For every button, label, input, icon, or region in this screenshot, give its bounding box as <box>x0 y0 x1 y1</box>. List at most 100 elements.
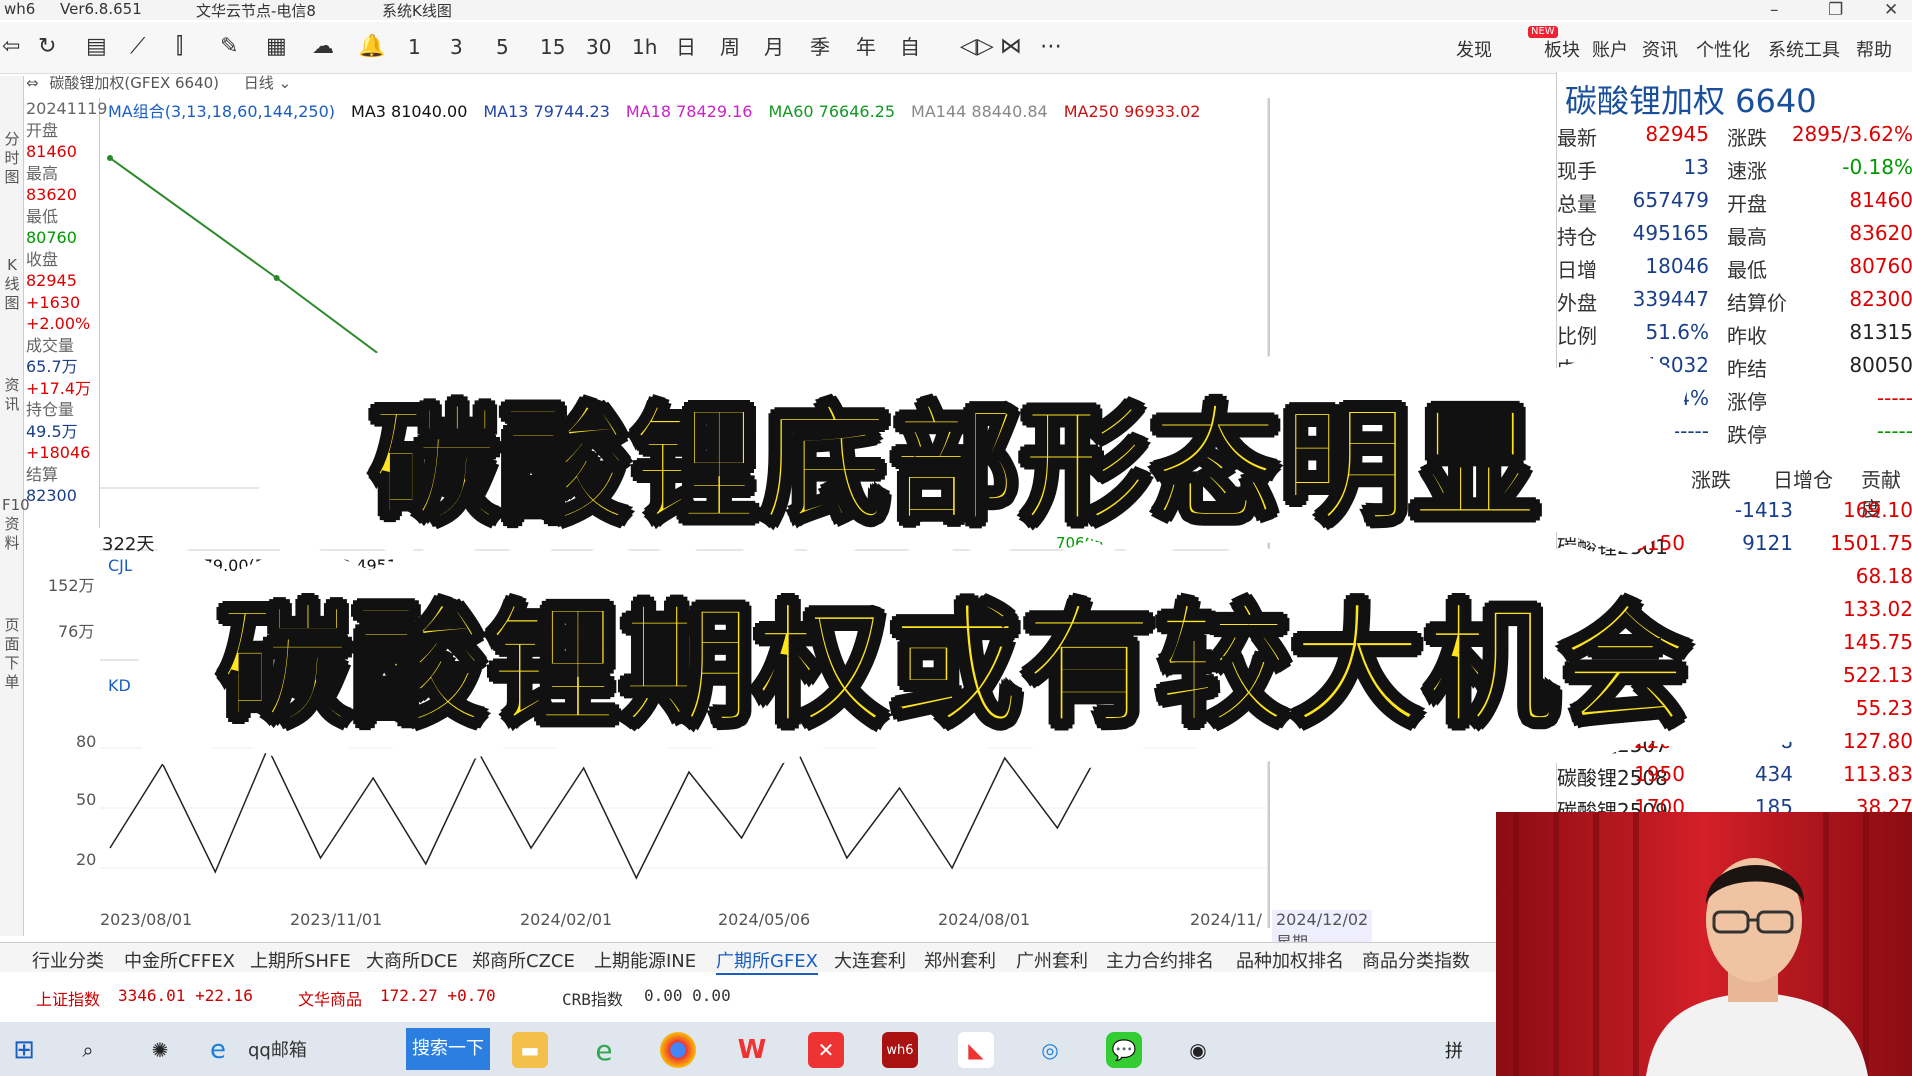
wechat-icon[interactable]: 💬 <box>1106 1032 1142 1068</box>
menu-3[interactable]: 资讯 <box>1642 36 1678 62</box>
quote-value: 81315 <box>1849 320 1912 344</box>
menu-1[interactable]: 板块 <box>1544 36 1580 62</box>
restore-icon[interactable]: ❐ <box>1828 0 1843 20</box>
period-0[interactable]: 1 <box>408 34 421 60</box>
category-tab-9[interactable]: 广州套利 <box>1016 947 1088 973</box>
quote-value: 2895/3.62% <box>1791 122 1912 146</box>
xmind-icon[interactable]: ✕ <box>808 1032 844 1068</box>
close-icon[interactable]: ✕ <box>1884 0 1898 20</box>
info-row: +1630 <box>26 292 99 314</box>
category-tab-12[interactable]: 商品分类指数 <box>1362 947 1470 973</box>
obs-icon[interactable]: ◉ <box>1180 1032 1216 1068</box>
wenhua-icon[interactable]: wh6 <box>882 1032 918 1068</box>
split-icon[interactable]: ◁▷ <box>960 34 994 60</box>
quote-value: 495165 <box>1632 221 1709 245</box>
date-tick-3: 2024/05/06 <box>718 910 811 929</box>
chart-header: ⇔ 碳酸锂加权(GFEX 6640) 日线 ⌄ <box>26 72 291 98</box>
period-9[interactable]: 季 <box>810 34 830 60</box>
compare-icon[interactable]: ⋈ <box>1000 34 1022 60</box>
menu-2[interactable]: 账户 <box>1592 36 1628 62</box>
quote-key: 速涨 <box>1727 159 1767 183</box>
category-tab-0[interactable]: 行业分类 <box>32 947 104 973</box>
quote-row: 外盘 339447 结算价 82300 <box>1557 287 1912 320</box>
quote-value: 18046 <box>1645 254 1709 278</box>
category-tab-7[interactable]: 大连套利 <box>834 947 906 973</box>
date-tick-1: 2023/11/01 <box>290 910 383 929</box>
left-tab-1[interactable]: K线图 <box>2 256 22 313</box>
line-chart-icon[interactable]: ⟋ <box>130 34 145 60</box>
edge-icon[interactable]: e <box>200 1032 236 1068</box>
period-11[interactable]: 自 <box>900 34 920 60</box>
category-tab-5[interactable]: 上期能源INE <box>594 947 696 973</box>
info-value: 83620 <box>26 185 77 204</box>
category-tab-8[interactable]: 郑州套利 <box>924 947 996 973</box>
widgets-icon[interactable]: ✺ <box>142 1032 178 1068</box>
server-name: 文华云节点-电信8 <box>196 2 316 20</box>
quote-value: 82300 <box>1849 287 1912 311</box>
app-version: Ver6.8.651 <box>60 0 142 18</box>
cloud-icon[interactable]: ☁ <box>312 34 334 60</box>
red-app-icon[interactable]: ◣ <box>958 1032 994 1068</box>
menu-4[interactable]: 个性化 <box>1696 36 1750 62</box>
category-tab-4[interactable]: 郑商所CZCE <box>472 947 575 973</box>
quote-key: 涨跌 <box>1727 126 1767 150</box>
period-1[interactable]: 3 <box>450 34 463 60</box>
search-icon[interactable]: ⌕ <box>70 1032 106 1068</box>
period-4[interactable]: 30 <box>586 34 611 60</box>
category-tab-10[interactable]: 主力合约排名 <box>1106 947 1214 973</box>
chrome-icon[interactable] <box>660 1032 696 1068</box>
category-tab-1[interactable]: 中金所CFFEX <box>124 947 235 973</box>
category-tabs: 行业分类 中金所CFFEX 上期所SHFE 大商所DCE 郑商所CZCE 上期能源INE 广… <box>0 942 1500 975</box>
taskbar-search-button[interactable]: 搜索一下 <box>406 1028 490 1070</box>
bell-icon[interactable]: 🔔 <box>358 34 385 60</box>
draw-icon[interactable]: ✎ <box>220 34 238 60</box>
period-10[interactable]: 年 <box>856 34 876 60</box>
chat-icon[interactable]: ◎ <box>1032 1032 1068 1068</box>
left-tab-0[interactable]: 分时图 <box>2 130 22 187</box>
more-icon[interactable]: ⋯ <box>1040 34 1062 60</box>
mail-label[interactable]: qq邮箱 <box>248 1036 307 1062</box>
candle-icon[interactable]: ⫿ <box>176 34 183 60</box>
chevron-down-icon[interactable]: ⌄ <box>279 74 292 92</box>
quote-row: 现手 13 速涨 -0.18% <box>1557 155 1912 188</box>
category-tab-2[interactable]: 上期所SHFE <box>250 947 351 973</box>
quote-value: 82945 <box>1645 122 1709 146</box>
folder-icon[interactable]: ▬ <box>512 1032 548 1068</box>
menu-0[interactable]: 发现 <box>1456 36 1492 62</box>
info-label: 20241119 <box>26 99 108 118</box>
windows-start-icon[interactable]: ⊞ <box>6 1032 42 1068</box>
period-7[interactable]: 周 <box>720 34 740 60</box>
ticker-value: 3346.01 +22.16 <box>118 986 253 1005</box>
period-select[interactable]: 日线 <box>244 74 274 92</box>
refresh-icon[interactable]: ↻ <box>38 34 56 60</box>
info-row: 20241119 <box>26 98 108 120</box>
info-value: +2.00% <box>26 314 91 333</box>
date-tick-5: 2024/11/ <box>1190 910 1262 929</box>
category-tab-11[interactable]: 品种加权排名 <box>1236 947 1344 973</box>
ime-icon[interactable]: 拼 <box>1436 1032 1472 1068</box>
period-5[interactable]: 1h <box>632 34 657 60</box>
category-tab-6[interactable]: 广期所GFEX <box>716 947 819 975</box>
category-tab-3[interactable]: 大商所DCE <box>366 947 458 973</box>
view-name: 系统K线图 <box>382 2 452 20</box>
menu-6[interactable]: 帮助 <box>1856 36 1892 62</box>
back-icon[interactable]: ⇦ <box>2 34 20 60</box>
menu-5[interactable]: 系统工具 <box>1768 36 1840 62</box>
quote-value: 13 <box>1683 155 1709 179</box>
info-row: 收盘 82945 <box>26 249 99 292</box>
kd-tick-20: 20 <box>76 850 97 869</box>
date-tick-2: 2024/02/01 <box>520 910 613 929</box>
link-icon[interactable]: ⇔ <box>26 74 39 92</box>
info-label: 开盘 <box>26 120 59 140</box>
ie-icon[interactable]: e <box>586 1032 622 1068</box>
period-2[interactable]: 5 <box>496 34 509 60</box>
minimize-icon[interactable]: – <box>1770 0 1779 20</box>
period-3[interactable]: 15 <box>540 34 565 60</box>
headline-line-1: 碳酸锂底部形态明显 <box>369 390 1541 543</box>
period-6[interactable]: 日 <box>676 34 696 60</box>
wps-icon[interactable]: W <box>734 1032 770 1068</box>
grid-icon[interactable]: ▦ <box>266 34 287 60</box>
info-value: 81460 <box>26 142 77 161</box>
table-icon[interactable]: ▤ <box>86 34 107 60</box>
period-8[interactable]: 月 <box>764 34 784 60</box>
